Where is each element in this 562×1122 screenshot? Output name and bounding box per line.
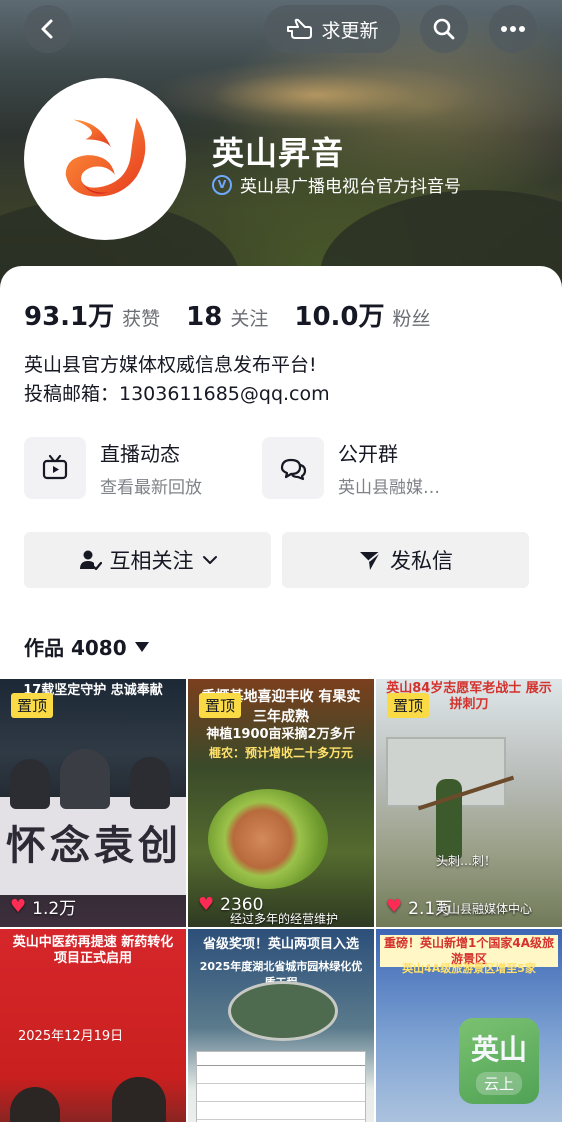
person-figure <box>10 759 50 809</box>
request-update-label: 求更新 <box>321 19 379 42</box>
live-replay-entry[interactable]: 直播动态 查看最新回放 <box>24 437 202 499</box>
video-subheadline: 榧农：预计增收二十多万元 <box>208 746 353 760</box>
mutual-follow-label: 互相关注 <box>109 549 194 573</box>
send-plane-icon <box>360 551 381 570</box>
followers-count[interactable]: 10.0万 <box>294 296 384 333</box>
person-figure <box>60 749 110 809</box>
flame-logo-icon <box>65 117 146 197</box>
person-figure <box>10 1087 60 1122</box>
public-group-entry[interactable]: 公开群 英山县融媒… <box>262 437 440 499</box>
profile-name: 英山昇音 <box>212 134 345 172</box>
video-subheadline: 英山4A级旅游景区增至5家 <box>402 962 536 975</box>
live-tv-icon <box>42 454 68 480</box>
avatar[interactable] <box>24 78 186 240</box>
back-button[interactable] <box>24 5 72 53</box>
bio: 英山县官方媒体权威信息发布平台! 投稿邮箱：1303611685@qq.com <box>24 351 330 409</box>
stats-row: 93.1万 获赞 18 关注 10.0万 粉丝 <box>24 296 457 333</box>
poke-hand-icon <box>287 18 313 39</box>
works-tab[interactable]: 作品 4080 <box>24 632 149 661</box>
verified-badge-icon: V <box>212 174 232 195</box>
verification-text: 英山县广播电视台官方抖音号 <box>240 177 461 197</box>
chevron-down-icon <box>202 556 217 564</box>
user-check-icon <box>79 550 102 571</box>
chat-group-icon <box>280 458 307 481</box>
live-replay-subtitle: 查看最新回放 <box>100 478 202 498</box>
video-tile[interactable]: 香榧基地喜迎丰收 有果实三年成熟 神植1900亩采摘2万多斤 榧农：预计增收二十… <box>188 679 374 927</box>
live-tv-icon-box <box>24 437 86 499</box>
bio-line: 英山县官方媒体权威信息发布平台! <box>24 354 317 376</box>
following-count[interactable]: 18 <box>186 302 222 332</box>
heart-icon: ♥ <box>198 894 215 915</box>
mourning-banner-text: 怀念袁创 <box>6 823 182 869</box>
video-caption: 经过多年的经营维护 <box>230 912 339 926</box>
badge-title: 英山 <box>470 1032 527 1066</box>
request-update-button[interactable]: 求更新 <box>264 5 400 53</box>
send-message-button[interactable]: 发私信 <box>282 532 529 588</box>
video-date: 2025年12月19日 <box>18 1029 124 1044</box>
torreya-nut-image <box>208 789 328 889</box>
banner-city-lights <box>150 60 480 130</box>
works-tab-label: 作品 4080 <box>24 636 127 660</box>
likes-count: 93.1万 <box>24 302 115 332</box>
badge-subtitle: 云上 <box>475 1071 522 1095</box>
following-label[interactable]: 关注 <box>230 304 268 331</box>
video-tile[interactable]: 省级奖项！英山两项目入选 2025年度湖北省城市园林绿化优质工程 <box>188 929 374 1122</box>
yingshan-cloud-badge[interactable]: 英山 云上 <box>459 1018 539 1104</box>
likes-label: 获赞 <box>122 308 161 330</box>
video-headline: 英山中医药再提速 新药转化项目正式启用 <box>12 935 174 966</box>
park-image <box>228 981 338 1041</box>
search-icon <box>433 18 455 40</box>
document-table <box>196 1051 366 1122</box>
video-tile[interactable]: 英山中医药再提速 新药转化项目正式启用 2025年12月19日 <box>0 929 186 1122</box>
send-message-label: 发私信 <box>390 549 453 573</box>
video-caption: 英山县融媒体中心 <box>436 902 533 916</box>
video-caption: 头刺…刺！ <box>436 854 497 868</box>
pinned-badge: 置顶 <box>387 693 430 718</box>
more-button[interactable] <box>489 5 537 53</box>
video-headline: 省级奖项！英山两项目入选 <box>202 937 359 952</box>
caret-down-icon <box>134 641 149 652</box>
mutual-follow-button[interactable]: 互相关注 <box>24 532 271 588</box>
video-tile[interactable]: 17载坚定守护 忠诚奉献 怀念袁创 置顶 ♥ 1.2万 <box>0 679 186 927</box>
more-dots-icon <box>501 26 525 32</box>
public-group-subtitle: 英山县融媒… <box>338 478 440 498</box>
video-subheadline: 神植1900亩采摘2万多斤 <box>206 727 356 742</box>
search-button[interactable] <box>420 5 468 53</box>
public-group-title: 公开群 <box>338 442 398 466</box>
pinned-badge: 置顶 <box>199 693 242 718</box>
person-figure <box>112 1077 166 1122</box>
like-count-value: 1.2万 <box>32 899 77 919</box>
heart-icon: ♥ <box>386 896 403 917</box>
like-count: ♥ 1.2万 <box>10 894 76 919</box>
chat-group-icon-box <box>262 437 324 499</box>
bio-email-line: 投稿邮箱：1303611685@qq.com <box>24 383 330 405</box>
person-figure <box>436 779 462 859</box>
followers-label[interactable]: 粉丝 <box>393 304 431 331</box>
person-figure <box>130 757 170 809</box>
pinned-badge: 置顶 <box>11 693 54 718</box>
chevron-left-icon <box>41 19 53 39</box>
mourning-banner: 怀念袁创 <box>0 797 186 895</box>
verification-row: V 英山县广播电视台官方抖音号 <box>212 172 461 197</box>
video-tile[interactable]: 英山84岁志愿军老战士 展示拼刺刀 置顶 头刺…刺！ ♥ 2.1万 英山县融媒体… <box>376 679 562 927</box>
live-replay-title: 直播动态 <box>100 442 180 466</box>
heart-icon: ♥ <box>10 896 27 917</box>
